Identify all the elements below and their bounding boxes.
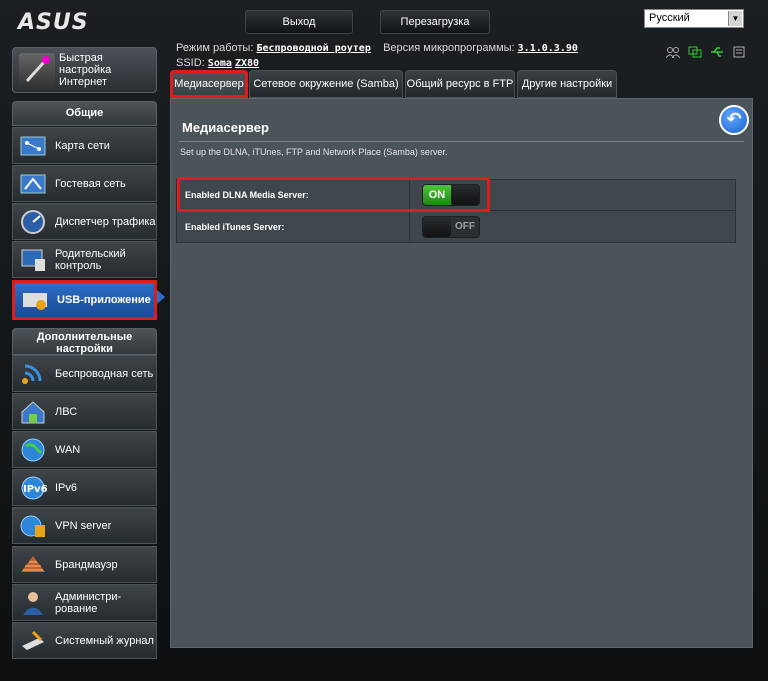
sidebar-item-label: Карта сети — [55, 139, 110, 152]
chevron-down-icon[interactable]: ▼ — [728, 11, 742, 26]
parental-control-icon — [19, 247, 47, 273]
firmware-value-link[interactable]: 3.1.0.3.90 — [518, 43, 578, 54]
page-title: Медиасервер — [182, 120, 269, 135]
toggle-on-label: ON — [423, 185, 451, 205]
operation-mode-line: Режим работы: Беспроводной роутер Версия… — [176, 42, 578, 54]
sidebar-item-administration[interactable]: Администри-рование — [12, 584, 157, 621]
printer-icon[interactable] — [732, 46, 746, 58]
toggle-knob[interactable] — [451, 185, 479, 205]
network-map-icon — [19, 133, 47, 159]
sidebar-item-label: USB-приложение — [57, 294, 151, 306]
table-row: Enabled iTunes Server: OFF — [177, 211, 735, 242]
itunes-toggle[interactable]: OFF — [422, 215, 480, 238]
tab-samba[interactable]: Сетевое окружение (Samba) — [249, 70, 403, 98]
sidebar-item-network-map[interactable]: Карта сети — [12, 127, 157, 164]
sidebar-item-system-log[interactable]: Системный журнал — [12, 622, 157, 659]
page-description: Set up the DLNA, iTUnes, FTP and Network… — [180, 147, 448, 157]
tab-other-settings[interactable]: Другие настройки — [517, 70, 617, 98]
sidebar-item-vpn-server[interactable]: VPN server — [12, 507, 157, 544]
sidebar-item-label: IPv6 — [55, 481, 78, 494]
sidebar-item-label: Брандмауэр — [55, 558, 118, 571]
network-status-icon[interactable] — [688, 46, 702, 58]
sidebar-item-lan[interactable]: ЛВС — [12, 393, 157, 430]
quick-setup-wand-icon — [19, 53, 55, 87]
sidebar-item-wan[interactable]: WAN — [12, 431, 157, 468]
wireless-icon — [19, 361, 47, 387]
title-divider — [179, 141, 744, 142]
sidebar-item-usb-application[interactable]: USB-приложение — [12, 280, 157, 320]
administration-icon — [19, 590, 47, 616]
ipv6-icon: IPv6 — [19, 475, 48, 501]
dlna-cell: ON — [410, 180, 735, 210]
system-log-icon — [19, 628, 47, 654]
sidebar-item-label: Родительский контроль — [55, 247, 126, 272]
svg-text:IPv6: IPv6 — [23, 484, 47, 495]
back-arrow-icon[interactable]: ↶ — [719, 105, 749, 135]
ssid-value-1[interactable]: Soma — [208, 58, 232, 69]
settings-table: Enabled DLNA Media Server: ON Enabled iT… — [176, 179, 736, 243]
sidebar-item-label: Администри-рование — [55, 590, 122, 615]
main-content-panel: Медиасервер ↶ Set up the DLNA, iTUnes, F… — [170, 98, 753, 648]
traffic-manager-icon — [19, 209, 47, 235]
active-item-pointer — [157, 290, 165, 304]
reboot-button[interactable]: Перезагрузка — [380, 10, 490, 34]
language-value: Русский — [649, 12, 690, 24]
sidebar-item-firewall[interactable]: Брандмауэр — [12, 546, 157, 583]
table-row: Enabled DLNA Media Server: ON — [177, 180, 735, 211]
status-icons — [665, 46, 746, 59]
sidebar-item-guest-network[interactable]: Гостевая сеть — [12, 165, 157, 202]
sidebar-item-label: Беспроводная сеть — [55, 367, 154, 380]
sidebar-item-label: Системный журнал — [55, 634, 154, 647]
usb-application-icon — [21, 287, 49, 313]
toggle-knob[interactable] — [423, 216, 451, 237]
ssid-label: SSID: — [176, 57, 205, 69]
dlna-label: Enabled DLNA Media Server: — [177, 180, 410, 210]
sidebar-item-wireless[interactable]: Беспроводная сеть — [12, 355, 157, 392]
language-select[interactable]: Русский ▼ — [644, 9, 744, 28]
sidebar-item-parental-control[interactable]: Родительский контроль — [12, 241, 157, 278]
lan-icon — [19, 399, 47, 425]
general-section-header: Общие — [12, 101, 157, 126]
firewall-icon — [19, 552, 47, 578]
sidebar-item-label: Диспетчер трафика — [55, 215, 156, 228]
vpn-icon — [19, 513, 47, 539]
usb-status-icon[interactable] — [710, 46, 724, 58]
firmware-label: Версия микропрограммы: — [383, 42, 515, 54]
asus-logo: ASUS — [18, 10, 89, 35]
wan-globe-icon — [19, 437, 47, 463]
quick-internet-setup-button[interactable]: Быстрая настройка Интернет — [12, 47, 157, 93]
ssid-line: SSID: Soma ZX80 — [176, 57, 259, 69]
quick-setup-label: Быстрая настройка Интернет — [59, 52, 112, 88]
itunes-label: Enabled iTunes Server: — [177, 211, 410, 242]
tab-ftp[interactable]: Общий ресурс в FTP — [405, 70, 515, 98]
router-admin-window: ASUS Выход Перезагрузка Русский ▼ Режим … — [0, 0, 768, 681]
sidebar-item-ipv6[interactable]: IPv6 IPv6 — [12, 469, 157, 506]
ssid-value-2[interactable]: ZX80 — [235, 58, 259, 69]
sidebar-item-label: WAN — [55, 443, 81, 456]
itunes-cell: OFF — [410, 211, 735, 242]
clients-icon[interactable] — [665, 46, 681, 59]
sidebar-item-label: VPN server — [55, 519, 112, 532]
mode-value-link[interactable]: Беспроводной роутер — [256, 43, 370, 54]
sidebar-item-traffic-manager[interactable]: Диспетчер трафика — [12, 203, 157, 240]
toggle-off-label: OFF — [455, 220, 475, 232]
advanced-section-header: Дополнительные настройки — [12, 328, 157, 355]
guest-network-icon — [19, 171, 47, 197]
logout-button[interactable]: Выход — [245, 10, 353, 34]
sidebar-item-label: Гостевая сеть — [55, 177, 126, 190]
mode-label: Режим работы: — [176, 42, 254, 54]
dlna-toggle[interactable]: ON — [422, 184, 480, 206]
sidebar-item-label: ЛВС — [55, 405, 78, 418]
tab-media-server[interactable]: Медиасервер — [170, 70, 248, 98]
